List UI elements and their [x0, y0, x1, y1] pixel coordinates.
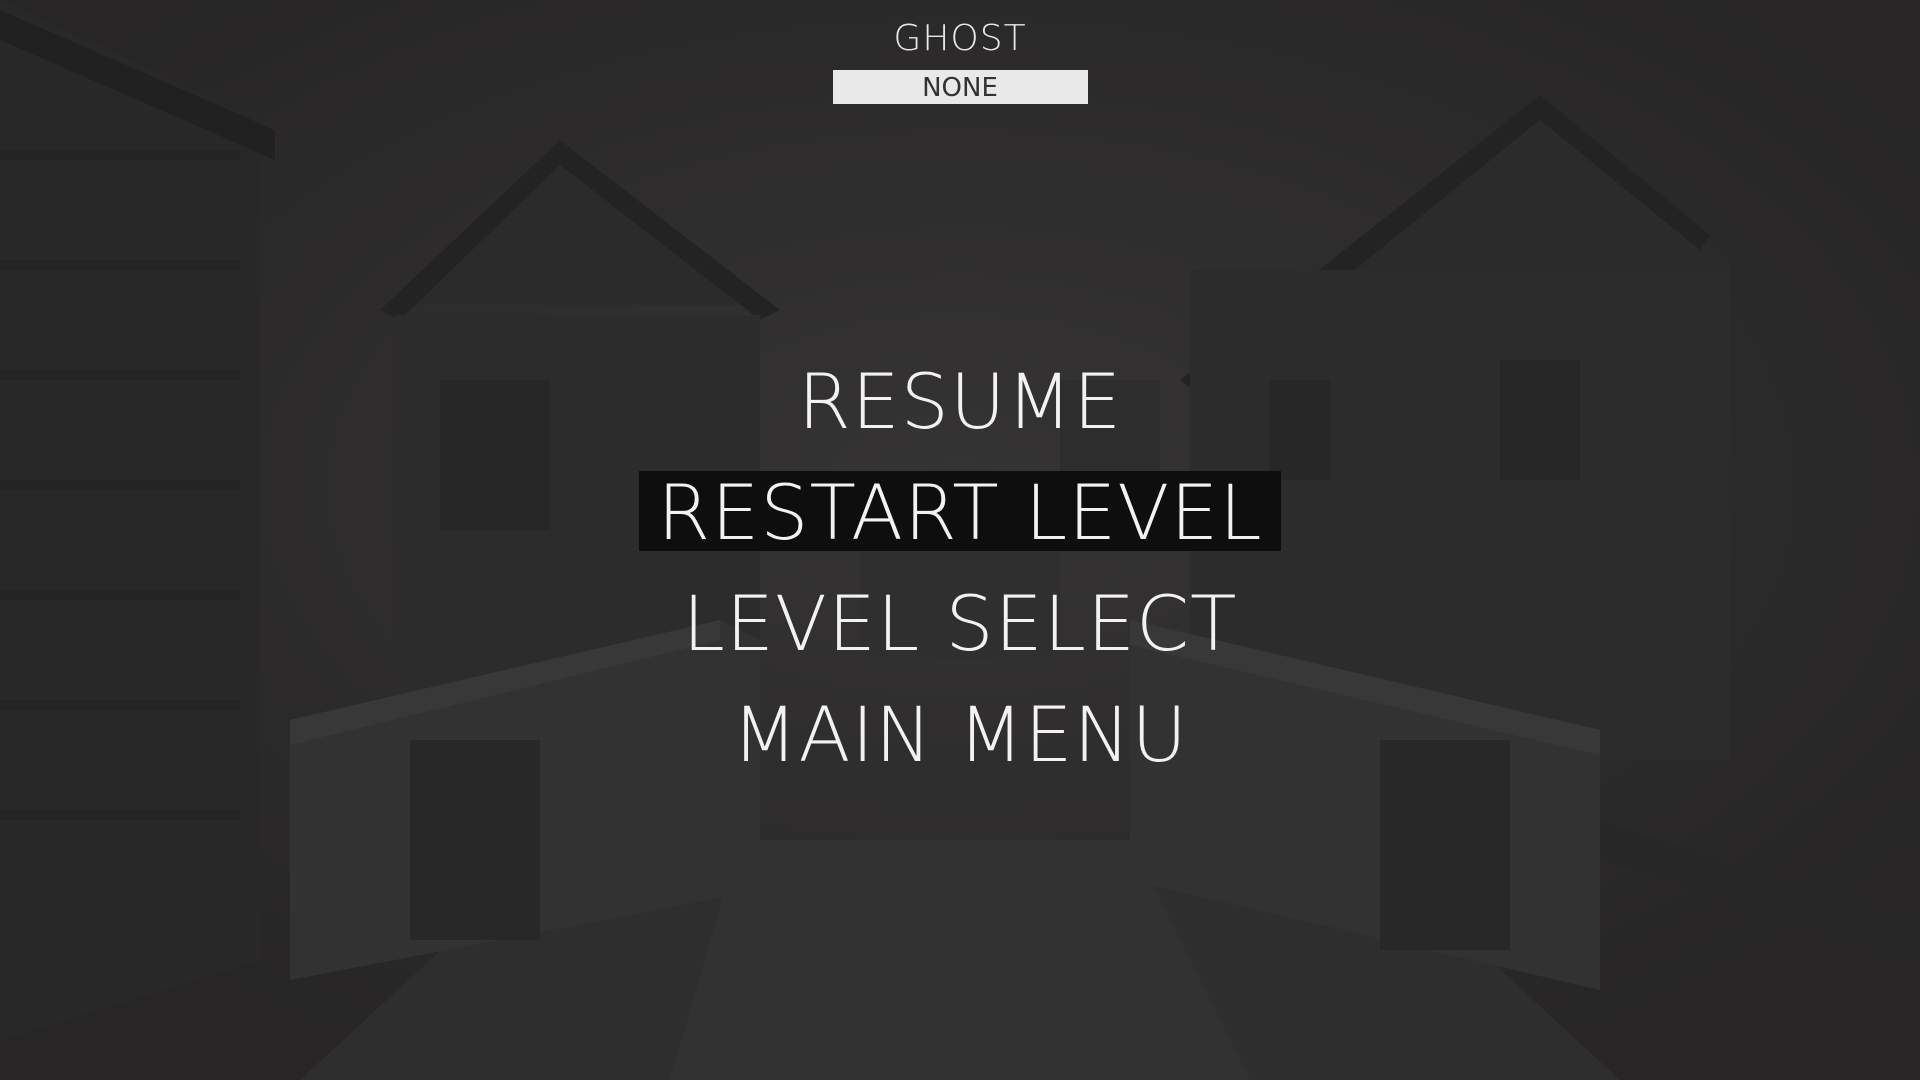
level-select-button[interactable]: LEVEL SELECT — [665, 582, 1256, 666]
main-menu-button[interactable]: MAIN MENU — [714, 693, 1206, 777]
resume-button[interactable]: RESUME — [780, 360, 1140, 444]
pause-menu: RESUME RESTART LEVEL LEVEL SELECT MAIN M… — [0, 360, 1920, 804]
restart-level-button[interactable]: RESTART LEVEL — [639, 471, 1281, 555]
ghost-dropdown[interactable]: NONE — [832, 70, 1088, 104]
ghost-setting: GHOST NONE — [0, 18, 1920, 104]
ghost-label: GHOST — [893, 18, 1027, 59]
